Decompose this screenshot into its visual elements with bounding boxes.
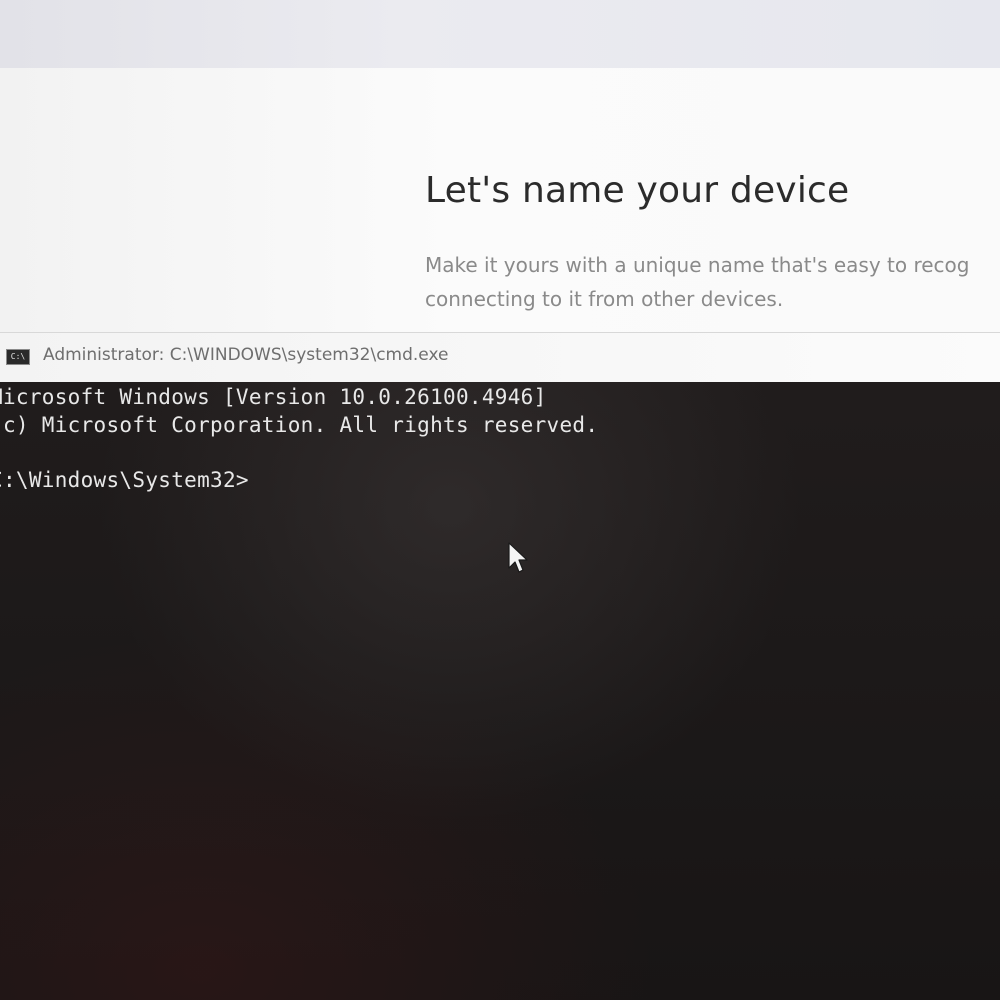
cmd-window-title: Administrator: C:\WINDOWS\system32\cmd.e…: [43, 345, 449, 365]
oobe-description-line-1: Make it yours with a unique name that's …: [425, 253, 970, 277]
oobe-background: [0, 0, 1000, 70]
screen: Let's name your device Make it yours wit…: [0, 0, 1000, 1000]
console-line-version: Microsoft Windows [Version 10.0.26100.49…: [0, 385, 547, 409]
cmd-console[interactable]: Microsoft Windows [Version 10.0.26100.49…: [0, 382, 1000, 1000]
oobe-description-line-2: connecting to it from other devices.: [425, 287, 784, 311]
cmd-icon[interactable]: C:\: [6, 349, 30, 365]
console-line-copyright: (c) Microsoft Corporation. All rights re…: [0, 413, 599, 437]
arrow-pointer-icon: [508, 542, 528, 573]
console-prompt[interactable]: C:\Windows\System32>: [0, 468, 249, 492]
cmd-window[interactable]: C:\ Administrator: C:\WINDOWS\system32\c…: [0, 332, 1000, 1000]
oobe-description: Make it yours with a unique name that's …: [425, 248, 1000, 316]
cmd-titlebar[interactable]: C:\ Administrator: C:\WINDOWS\system32\c…: [0, 332, 1000, 383]
oobe-title: Let's name your device: [425, 170, 850, 211]
